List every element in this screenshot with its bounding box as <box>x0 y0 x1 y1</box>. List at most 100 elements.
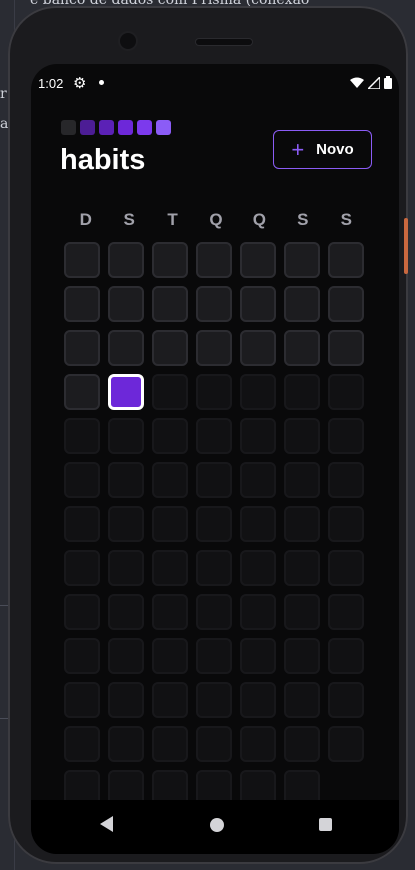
future-day-cell <box>108 418 144 454</box>
logo-square <box>118 120 133 135</box>
future-day-cell <box>240 374 276 410</box>
future-day-cell <box>328 594 364 630</box>
past-day-cell[interactable] <box>108 242 144 278</box>
past-day-cell[interactable] <box>240 330 276 366</box>
future-day-cell <box>152 418 188 454</box>
past-day-cell[interactable] <box>196 286 232 322</box>
future-day-cell <box>240 594 276 630</box>
future-day-cell <box>328 638 364 674</box>
future-day-cell <box>152 506 188 542</box>
new-habit-button[interactable]: + Novo <box>273 130 372 169</box>
home-circle-icon[interactable] <box>210 818 224 832</box>
past-day-cell[interactable] <box>196 242 232 278</box>
weekday-label: Q <box>252 210 267 229</box>
past-day-cell[interactable] <box>328 286 364 322</box>
past-day-cell[interactable] <box>64 286 100 322</box>
future-day-cell <box>152 374 188 410</box>
future-day-cell <box>240 726 276 762</box>
past-day-cell[interactable] <box>328 330 364 366</box>
new-habit-button-label: Novo <box>316 141 354 158</box>
future-day-cell <box>196 418 232 454</box>
past-day-cell[interactable] <box>64 374 100 410</box>
past-day-cell[interactable] <box>152 286 188 322</box>
weekday-label: T <box>167 210 178 229</box>
future-day-cell <box>196 594 232 630</box>
camera-icon <box>120 33 136 49</box>
habits-logo <box>61 120 171 135</box>
today-day-cell[interactable] <box>108 374 144 410</box>
future-day-cell <box>196 638 232 674</box>
future-day-cell <box>196 374 232 410</box>
future-day-cell <box>284 550 320 586</box>
notification-dot-icon <box>99 80 104 85</box>
future-day-cell <box>196 682 232 718</box>
weekday-label: Q <box>209 210 223 229</box>
signal-icon <box>368 76 380 89</box>
wifi-icon <box>350 77 364 88</box>
logo-square <box>137 120 152 135</box>
weekday-label: S <box>123 210 135 229</box>
phone-frame: 1:02 ⚙ habits + Novo D S T Q Q S S <box>8 6 408 864</box>
future-day-cell <box>328 462 364 498</box>
weekday-label: S <box>297 210 309 229</box>
logo-square <box>156 120 171 135</box>
past-day-cell[interactable] <box>328 242 364 278</box>
future-day-cell <box>196 506 232 542</box>
future-day-cell <box>64 462 100 498</box>
future-day-cell <box>240 418 276 454</box>
past-day-cell[interactable] <box>64 242 100 278</box>
future-day-cell <box>64 638 100 674</box>
future-day-cell <box>108 682 144 718</box>
future-day-cell <box>64 418 100 454</box>
future-day-cell <box>284 682 320 718</box>
future-day-cell <box>284 462 320 498</box>
gear-icon: ⚙ <box>73 75 87 92</box>
weekday-header: D S T Q Q S S <box>64 210 368 230</box>
past-day-cell[interactable] <box>152 242 188 278</box>
side-button[interactable] <box>404 218 408 274</box>
future-day-cell <box>284 418 320 454</box>
logo-square <box>61 120 76 135</box>
past-day-cell[interactable] <box>108 330 144 366</box>
future-day-cell <box>284 594 320 630</box>
background-editor-char: r <box>0 86 7 102</box>
past-day-cell[interactable] <box>284 242 320 278</box>
future-day-cell <box>196 550 232 586</box>
past-day-cell[interactable] <box>284 286 320 322</box>
future-day-cell <box>64 682 100 718</box>
future-day-cell <box>196 462 232 498</box>
app-screen: 1:02 ⚙ habits + Novo D S T Q Q S S <box>31 64 399 854</box>
future-day-cell <box>240 462 276 498</box>
plus-icon: + <box>291 136 305 162</box>
past-day-cell[interactable] <box>108 286 144 322</box>
future-day-cell <box>240 506 276 542</box>
future-day-cell <box>64 550 100 586</box>
weekday-label: S <box>340 210 352 229</box>
past-day-cell[interactable] <box>64 330 100 366</box>
future-day-cell <box>152 550 188 586</box>
past-day-cell[interactable] <box>240 242 276 278</box>
past-day-cell[interactable] <box>196 330 232 366</box>
future-day-cell <box>284 506 320 542</box>
future-day-cell <box>328 682 364 718</box>
back-triangle-icon[interactable] <box>100 816 113 832</box>
navigation-bar <box>31 800 399 854</box>
future-day-cell <box>108 594 144 630</box>
past-day-cell[interactable] <box>240 286 276 322</box>
past-day-cell[interactable] <box>284 330 320 366</box>
future-day-cell <box>284 638 320 674</box>
future-day-cell <box>240 682 276 718</box>
recents-square-icon[interactable] <box>319 818 332 831</box>
status-time: 1:02 <box>38 76 64 91</box>
future-day-cell <box>152 726 188 762</box>
past-day-cell[interactable] <box>152 330 188 366</box>
future-day-cell <box>64 506 100 542</box>
future-day-cell <box>64 594 100 630</box>
future-day-cell <box>328 550 364 586</box>
future-day-cell <box>328 506 364 542</box>
future-day-cell <box>240 638 276 674</box>
future-day-cell <box>108 638 144 674</box>
future-day-cell <box>108 506 144 542</box>
future-day-cell <box>240 550 276 586</box>
logo-square <box>99 120 114 135</box>
